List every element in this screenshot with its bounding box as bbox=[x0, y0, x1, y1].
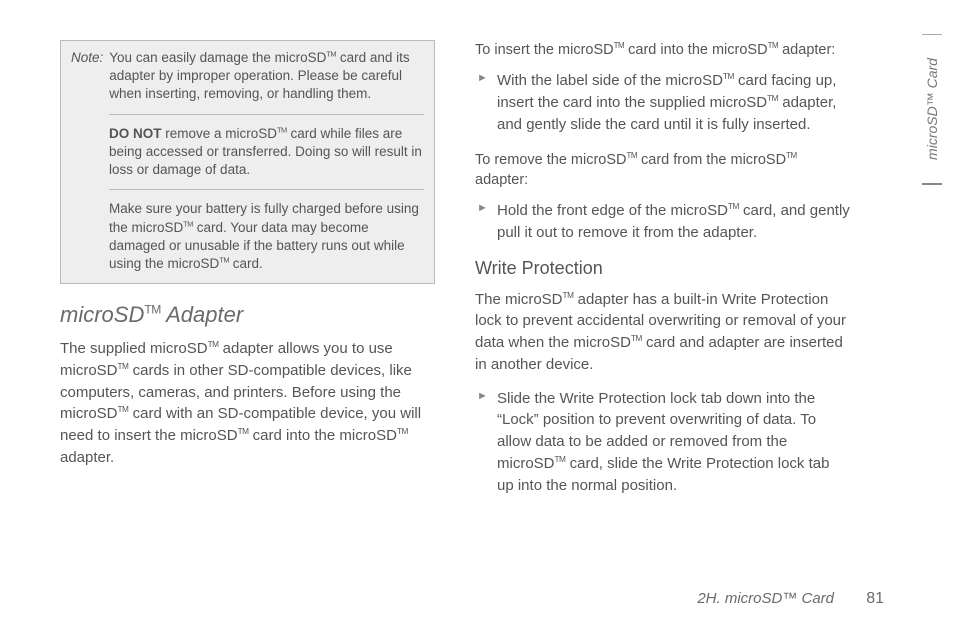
subsection-heading-write-protection: Write Protection bbox=[475, 258, 850, 279]
write-protection-paragraph: The microSDTM adapter has a built-in Wri… bbox=[475, 289, 850, 376]
write-protection-steps: Slide the Write Protection lock tab down… bbox=[475, 388, 850, 497]
page-content: Note: You can easily damage the microSDT… bbox=[0, 0, 890, 510]
remove-lead: To remove the microSDTM card from the mi… bbox=[475, 150, 850, 191]
note-body: You can easily damage the microSDTM card… bbox=[109, 49, 424, 104]
page-number: 81 bbox=[866, 590, 884, 607]
insert-steps: With the label side of the microSDTM car… bbox=[475, 70, 850, 135]
footer-section: 2H. microSD™ Card bbox=[697, 590, 834, 607]
note-paragraph-1: You can easily damage the microSDTM card… bbox=[109, 49, 424, 104]
note-divider bbox=[109, 114, 424, 115]
list-item: With the label side of the microSDTM car… bbox=[475, 70, 850, 135]
note-paragraph-2: DO NOT remove a microSDTM card while fil… bbox=[109, 125, 424, 180]
note-box: Note: You can easily damage the microSDT… bbox=[60, 40, 435, 284]
list-item: Hold the front edge of the microSDTM car… bbox=[475, 200, 850, 244]
adapter-paragraph: The supplied microSDTM adapter allows yo… bbox=[60, 338, 435, 469]
left-column: Note: You can easily damage the microSDT… bbox=[60, 40, 435, 510]
section-heading-adapter: microSDTM Adapter bbox=[60, 302, 435, 328]
list-item: Slide the Write Protection lock tab down… bbox=[475, 388, 850, 497]
note-divider bbox=[109, 189, 424, 190]
right-column: To insert the microSDTM card into the mi… bbox=[475, 40, 850, 510]
side-tab-label: microSD™ Card bbox=[924, 58, 940, 160]
remove-steps: Hold the front edge of the microSDTM car… bbox=[475, 200, 850, 244]
page-footer: 2H. microSD™ Card 81 bbox=[697, 590, 884, 608]
side-tab: microSD™ Card bbox=[922, 34, 942, 185]
insert-lead: To insert the microSDTM card into the mi… bbox=[475, 40, 850, 60]
note-label: Note: bbox=[71, 49, 103, 104]
note-paragraph-3: Make sure your battery is fully charged … bbox=[109, 200, 424, 273]
